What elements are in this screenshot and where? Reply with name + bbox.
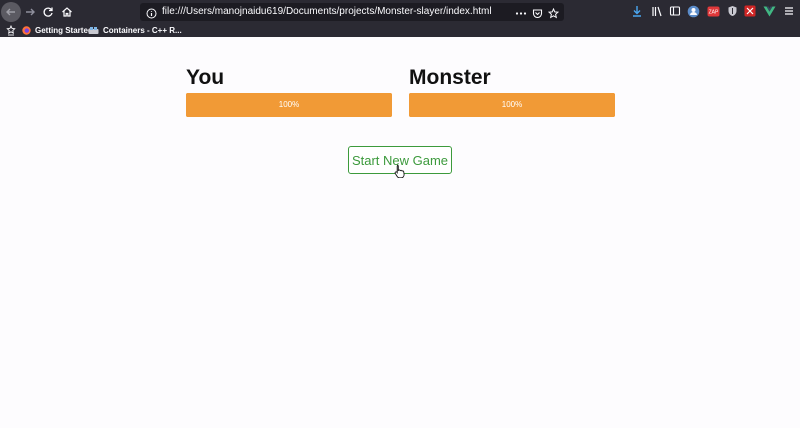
download-icon[interactable] — [630, 4, 644, 18]
player-title: You — [186, 66, 225, 89]
reload-button[interactable] — [38, 2, 58, 22]
bookmark-getting-started[interactable]: Getting Started — [22, 24, 93, 37]
pocket-icon[interactable] — [532, 6, 543, 24]
player-health-label: 100% — [278, 100, 300, 109]
url-text[interactable]: file:///Users/manojnaidu619/Documents/pr… — [162, 6, 492, 17]
hand-cursor-icon — [394, 164, 405, 178]
player-health-bar: 100% — [186, 93, 392, 117]
account-icon[interactable] — [686, 4, 700, 18]
home-button[interactable] — [57, 2, 77, 22]
back-button[interactable] — [1, 2, 21, 22]
extension-cross-icon[interactable] — [743, 4, 757, 18]
bookmark-star-icon[interactable] — [547, 6, 560, 24]
home-icon — [62, 7, 72, 17]
bookmarks-bar: Getting Started Containers - C++ R... — [0, 24, 800, 37]
sidebar-icon[interactable] — [668, 4, 682, 18]
bookmark-label: Getting Started — [35, 26, 93, 35]
svg-text:ZAP: ZAP — [708, 9, 718, 15]
extension-red-icon[interactable]: ZAP — [706, 4, 720, 18]
back-icon — [6, 8, 15, 16]
bookmark-containers[interactable]: Containers - C++ R... — [88, 24, 182, 37]
forward-icon — [26, 8, 35, 16]
bookmark-label: Containers - C++ R... — [103, 26, 182, 35]
reload-icon — [43, 7, 53, 17]
browser-toolbar: file:///Users/manojnaidu619/Documents/pr… — [0, 0, 800, 24]
monster-title: Monster — [409, 66, 491, 89]
forward-button[interactable] — [20, 2, 40, 22]
library-icon[interactable] — [650, 4, 664, 18]
containers-icon — [88, 26, 99, 35]
monster-health-label: 100% — [501, 100, 523, 109]
site-info-icon[interactable] — [146, 6, 157, 24]
firefox-icon — [22, 26, 31, 35]
vue-icon[interactable] — [762, 4, 776, 18]
bookmarks-star-icon[interactable] — [4, 23, 18, 37]
monster-health-bar: 100% — [409, 93, 615, 117]
menu-icon[interactable] — [782, 4, 796, 18]
shield-icon[interactable] — [725, 4, 739, 18]
page-actions-icon[interactable] — [515, 6, 527, 24]
address-bar[interactable]: file:///Users/manojnaidu619/Documents/pr… — [140, 3, 564, 21]
